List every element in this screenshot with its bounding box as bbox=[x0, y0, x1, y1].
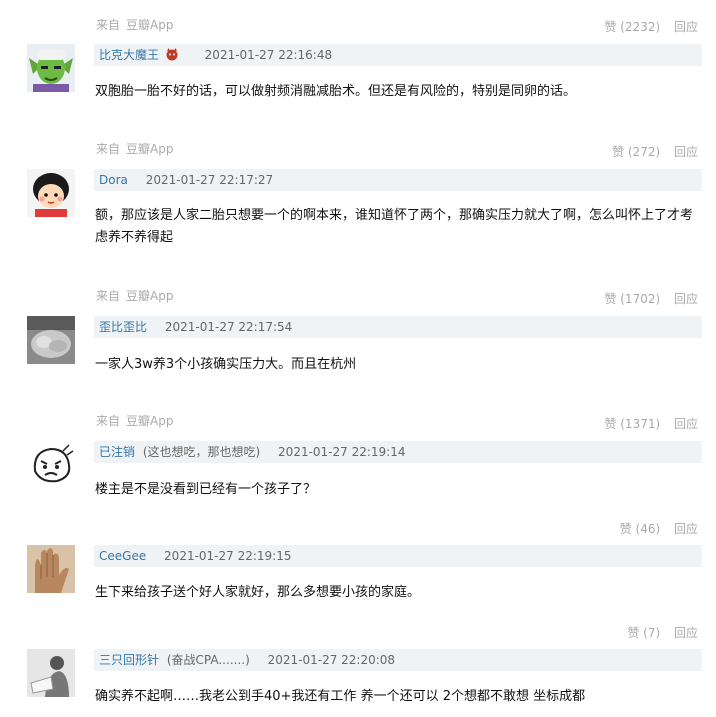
comment-text: 额，那应该是人家二胎只想要一个的啊本来，谁知道怀了两个，那确实压力就大了啊，怎么… bbox=[95, 208, 694, 245]
source-app-label: 来自 豆瓣App bbox=[96, 18, 174, 32]
user-signature: (这也想吃，那也想吃) bbox=[142, 445, 261, 459]
like-button[interactable]: 赞 (2232) bbox=[604, 20, 660, 34]
comment-item: Dora 2021-01-27 22:17:27 额，那应该是人家二胎只想要一个… bbox=[0, 169, 716, 306]
comment-time: 2021-01-27 22:17:54 bbox=[164, 320, 293, 334]
comment-meta-bar: 三只回形针 (奋战CPA.......) 2021-01-27 22:20:08 bbox=[94, 649, 702, 671]
reading-person-avatar-icon[interactable] bbox=[27, 649, 75, 697]
reply-button[interactable]: 回应 bbox=[674, 626, 698, 640]
piccolo-avatar-icon[interactable] bbox=[27, 44, 75, 92]
comment-actions: 赞 (1702) 回应 bbox=[604, 290, 698, 307]
comment-time: 2021-01-27 22:17:27 bbox=[145, 173, 274, 187]
comment-actions: 赞 (2232) 回应 bbox=[604, 18, 698, 35]
comment-meta-bar: 歪比歪比 2021-01-27 22:17:54 bbox=[94, 316, 702, 338]
comment-item: 比克大魔王 2021-01-27 22:16:48 双胞胎一胎不好的话，可以做射… bbox=[0, 44, 716, 159]
like-button[interactable]: 赞 (1702) bbox=[604, 292, 660, 306]
username-link[interactable]: 三只回形针 bbox=[99, 653, 159, 667]
top-comment-footer: 来自 豆瓣App 赞 (2232) 回应 bbox=[0, 0, 716, 40]
comment-meta-bar: 比克大魔王 2021-01-27 22:16:48 bbox=[94, 44, 702, 66]
comment-meta-bar: CeeGee 2021-01-27 22:19:15 bbox=[94, 545, 702, 567]
hands-avatar-icon[interactable] bbox=[27, 545, 75, 593]
comment-actions: 赞 (46) 回应 bbox=[620, 520, 698, 537]
like-button[interactable]: 赞 (7) bbox=[627, 626, 660, 640]
source-app-label: 来自 豆瓣App bbox=[96, 289, 174, 303]
username-link[interactable]: Dora bbox=[99, 173, 128, 187]
username-link[interactable]: CeeGee bbox=[99, 549, 146, 563]
reply-button[interactable]: 回应 bbox=[674, 522, 698, 536]
comment-item: 三只回形针 (奋战CPA.......) 2021-01-27 22:20:08… bbox=[0, 649, 716, 717]
like-button[interactable]: 赞 (1371) bbox=[604, 417, 660, 431]
source-app-label: 来自 豆瓣App bbox=[96, 414, 174, 428]
username-link[interactable]: 已注销 bbox=[99, 445, 135, 459]
sketch-face-avatar-icon[interactable] bbox=[27, 441, 75, 489]
comment-meta-bar: Dora 2021-01-27 22:17:27 bbox=[94, 169, 702, 191]
comment-item: 已注销 (这也想吃，那也想吃) 2021-01-27 22:19:14 楼主是不… bbox=[0, 441, 716, 536]
comment-time: 2021-01-27 22:19:14 bbox=[278, 445, 406, 459]
comment-text: 双胞胎一胎不好的话，可以做射频消融减胎术。但还是有风险的，特别是同卵的话。 bbox=[95, 84, 577, 99]
reply-button[interactable]: 回应 bbox=[674, 20, 698, 34]
comment-item: CeeGee 2021-01-27 22:19:15 生下来给孩子送个好人家就好… bbox=[0, 545, 716, 640]
sofa-avatar-icon[interactable] bbox=[27, 316, 75, 364]
comment-text: 一家人3w养3个小孩确实压力大。而且在杭州 bbox=[95, 357, 357, 372]
source-app-label: 来自 豆瓣App bbox=[96, 142, 174, 156]
like-button[interactable]: 赞 (272) bbox=[612, 145, 660, 159]
devil-badge-icon bbox=[165, 46, 179, 61]
comment-actions: 赞 (1371) 回应 bbox=[604, 415, 698, 432]
comment-time: 2021-01-27 22:20:08 bbox=[267, 653, 396, 667]
comment-text: 确实养不起啊……我老公到手40+我还有工作 养一个还可以 2个想都不敢想 坐标成… bbox=[95, 689, 586, 704]
reply-button[interactable]: 回应 bbox=[674, 417, 698, 431]
like-button[interactable]: 赞 (46) bbox=[620, 522, 660, 536]
comment-text: 生下来给孩子送个好人家就好，那么多想要小孩的家庭。 bbox=[95, 585, 421, 600]
comment-actions: 赞 (272) 回应 bbox=[612, 143, 698, 160]
user-signature: (奋战CPA.......) bbox=[166, 653, 250, 667]
cartoon-girl-avatar-icon[interactable] bbox=[27, 169, 75, 217]
comment-time: 2021-01-27 22:16:48 bbox=[204, 48, 333, 62]
comment-actions: 赞 (7) 回应 bbox=[627, 624, 698, 641]
comment-item: 歪比歪比 2021-01-27 22:17:54 一家人3w养3个小孩确实压力大… bbox=[0, 316, 716, 431]
comment-meta-bar: 已注销 (这也想吃，那也想吃) 2021-01-27 22:19:14 bbox=[94, 441, 702, 463]
username-link[interactable]: 比克大魔王 bbox=[99, 48, 159, 62]
comment-text: 楼主是不是没看到已经有一个孩子了？ bbox=[95, 482, 317, 497]
reply-button[interactable]: 回应 bbox=[674, 292, 698, 306]
comment-time: 2021-01-27 22:19:15 bbox=[164, 549, 292, 563]
username-link[interactable]: 歪比歪比 bbox=[99, 320, 147, 334]
reply-button[interactable]: 回应 bbox=[674, 145, 698, 159]
